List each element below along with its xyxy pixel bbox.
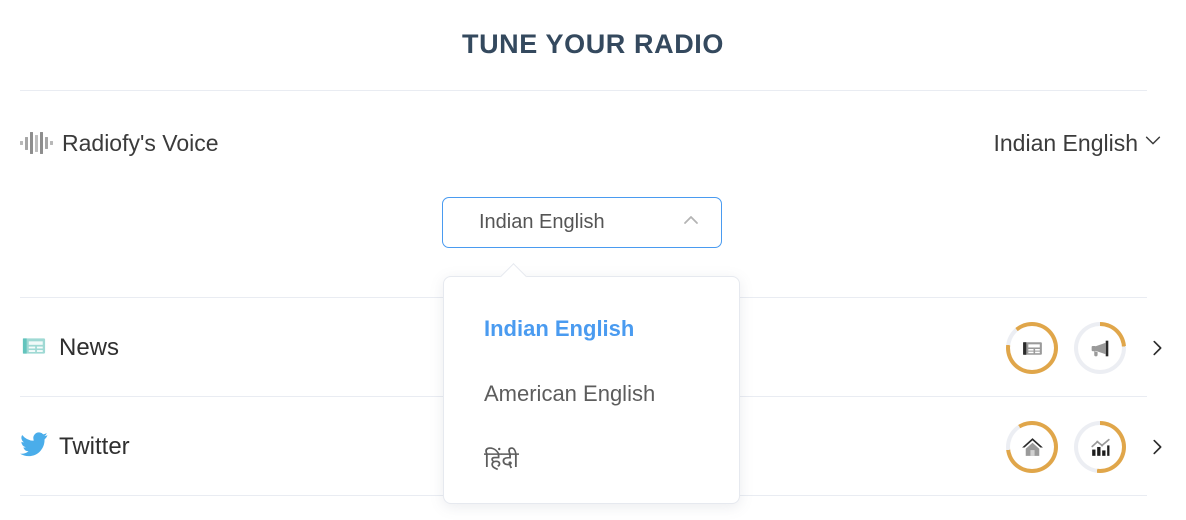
twitter-chevron-right-icon[interactable]: [1146, 436, 1168, 458]
tune-your-radio-screen: TUNE YOUR RADIO Radiofy's Voice Indian E…: [0, 0, 1186, 520]
source-twitter-actions: [1006, 421, 1168, 473]
divider-top: [20, 90, 1147, 91]
source-news-left: News: [20, 332, 119, 365]
language-option-hindi[interactable]: हिंदी: [484, 435, 739, 483]
language-dropdown-menu: Indian English American English हिंदी: [443, 276, 740, 504]
newspaper-progress-icon[interactable]: [1006, 322, 1058, 374]
voice-language-value: Indian English: [993, 129, 1139, 156]
home-progress-icon[interactable]: [1006, 421, 1058, 473]
source-news-label: News: [59, 334, 120, 361]
chevron-down-icon: [1142, 129, 1164, 157]
language-option-label: हिंदी: [484, 447, 519, 472]
language-option-list: Indian English American English हिंदी: [444, 277, 739, 483]
radiofy-voice-label: Radiofy's Voice: [62, 129, 219, 156]
voice-language-selector[interactable]: Indian English: [994, 129, 1165, 157]
language-option-american-english[interactable]: American English: [484, 370, 739, 418]
title-bar: TUNE YOUR RADIO: [0, 0, 1186, 88]
news-chevron-right-icon[interactable]: [1146, 337, 1168, 359]
radiofy-voice-left: Radiofy's Voice: [20, 130, 219, 157]
megaphone-progress-icon[interactable]: [1074, 322, 1126, 374]
source-news-actions: [1006, 322, 1168, 374]
language-option-label: American English: [484, 381, 656, 406]
source-twitter-label: Twitter: [59, 433, 130, 460]
newspaper-icon: [20, 332, 48, 365]
radiofy-voice-row: Radiofy's Voice Indian English: [0, 108, 1186, 178]
chevron-up-icon: [679, 208, 703, 237]
language-option-label: Indian English: [484, 316, 635, 341]
analytics-progress-icon[interactable]: [1074, 421, 1126, 473]
source-twitter-left: Twitter: [20, 431, 130, 463]
twitter-bird-icon: [20, 431, 48, 463]
language-option-indian-english[interactable]: Indian English: [484, 305, 739, 353]
waveform-icon: [20, 130, 53, 156]
language-select-value: Indian English: [479, 211, 605, 233]
page-title: TUNE YOUR RADIO: [461, 28, 725, 59]
language-select-trigger[interactable]: Indian English: [442, 197, 722, 248]
